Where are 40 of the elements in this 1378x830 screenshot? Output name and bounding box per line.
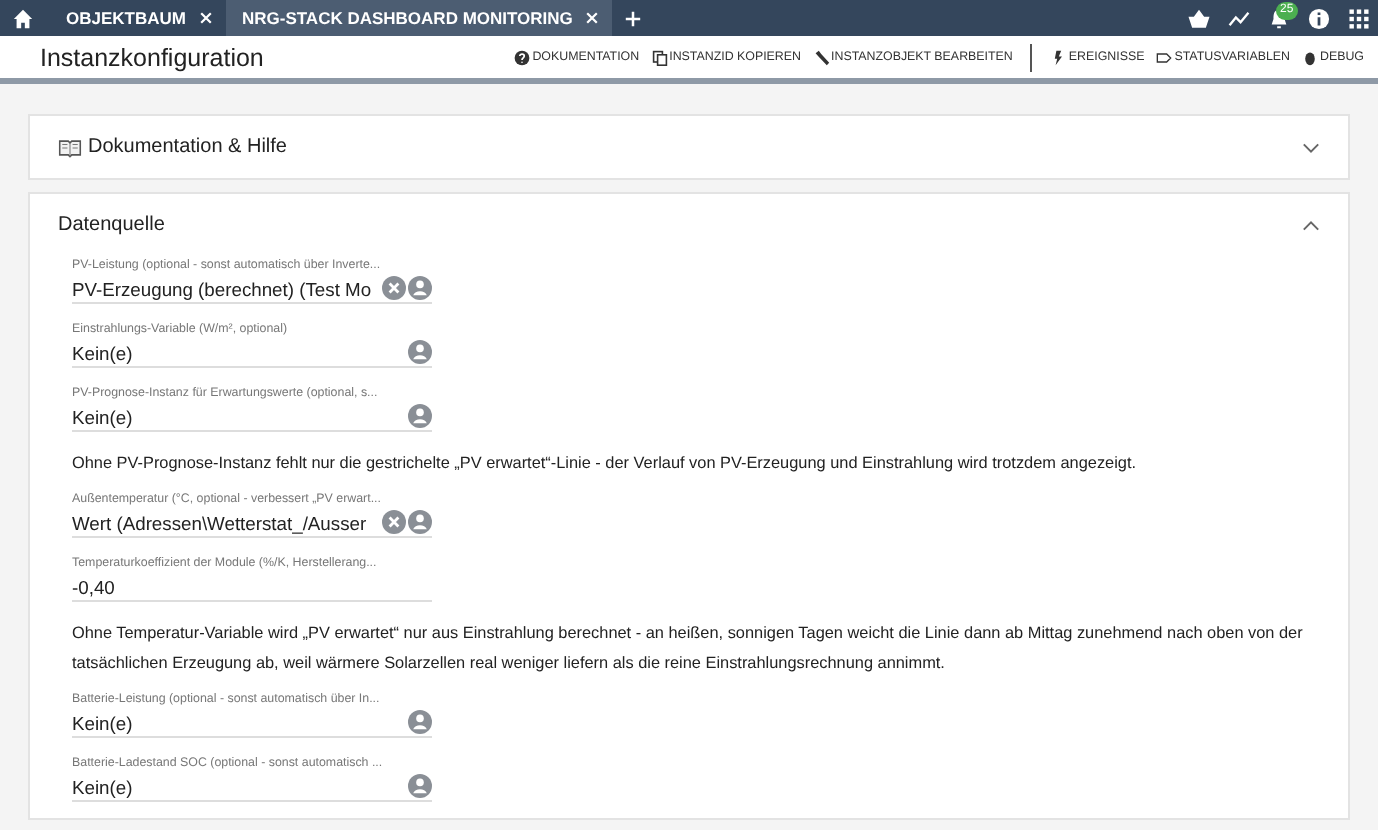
copy-icon	[651, 49, 668, 65]
chevron-down-icon[interactable]	[1302, 141, 1320, 153]
help-text: Ohne PV-Prognose-Instanz fehlt nur die gestrichelte „PV erwartet“-Linie - der Verlauf von PV-Erzeugung und Einstrahlung wird trotzdem angezeigt.	[72, 452, 1139, 476]
field-value: Kein(e)	[72, 405, 135, 427]
book-icon	[58, 137, 82, 157]
panel-header[interactable]: Datenquelle	[30, 194, 1348, 256]
field-value: Wert (Adressen\Wetterstat_/Ausser	[72, 511, 369, 533]
flash-icon	[1050, 49, 1067, 65]
panel-title: Dokumentation & Hilfe	[88, 136, 287, 158]
select-object-icon[interactable]	[408, 774, 432, 798]
clear-icon[interactable]	[382, 276, 406, 300]
field-value: Kein(e)	[72, 775, 135, 797]
field-value: -0,40	[72, 575, 117, 597]
panel-title: Datenquelle	[58, 214, 165, 236]
chevron-up-icon[interactable]	[1302, 219, 1320, 231]
tab-label: NRG-STACK DASHBOARD MONITORING	[241, 8, 573, 28]
help-text: Ohne Temperatur-Variable wird „PV erwartet“ nur aus Einstrahlung berechnet - an heißen, sonnigen Tagen weicht die Linie dann ab Mittag zunehmend nach oben von der tatsächlichen Erzeugung ab, weil wärmere Solarzellen real weniger liefern als die reine Einstrahlungsrechnung annimmt.	[72, 622, 1305, 676]
select-object-icon[interactable]	[408, 340, 432, 364]
close-icon[interactable]	[584, 10, 601, 26]
select-object-icon[interactable]	[408, 404, 432, 428]
label-icon	[1156, 49, 1173, 65]
help-icon	[514, 49, 531, 65]
tab-label: OBJEKTBAUM	[66, 8, 186, 28]
field-value: PV-Erzeugung (berechnet) (Test Mo	[72, 277, 374, 299]
field-value: Kein(e)	[72, 711, 135, 733]
apps-grid-icon[interactable]	[1347, 7, 1369, 29]
panel-header[interactable]: Dokumentation & Hilfe	[30, 116, 1348, 178]
info-icon[interactable]	[1307, 7, 1329, 29]
tab[interactable]: NRG-STACK DASHBOARD MONITORING	[225, 0, 613, 36]
select-object-icon[interactable]	[408, 710, 432, 734]
close-icon[interactable]	[197, 10, 214, 26]
chart-line-icon[interactable]	[1227, 7, 1249, 29]
basket-icon[interactable]	[1187, 7, 1209, 29]
clear-icon[interactable]	[382, 510, 406, 534]
page-title: Instanzkonfiguration	[40, 43, 264, 71]
add-tab-icon[interactable]	[624, 9, 643, 27]
select-object-icon[interactable]	[408, 510, 432, 534]
field-value: Kein(e)	[72, 341, 135, 363]
select-object-icon[interactable]	[408, 276, 432, 300]
home-icon[interactable]	[12, 7, 34, 29]
